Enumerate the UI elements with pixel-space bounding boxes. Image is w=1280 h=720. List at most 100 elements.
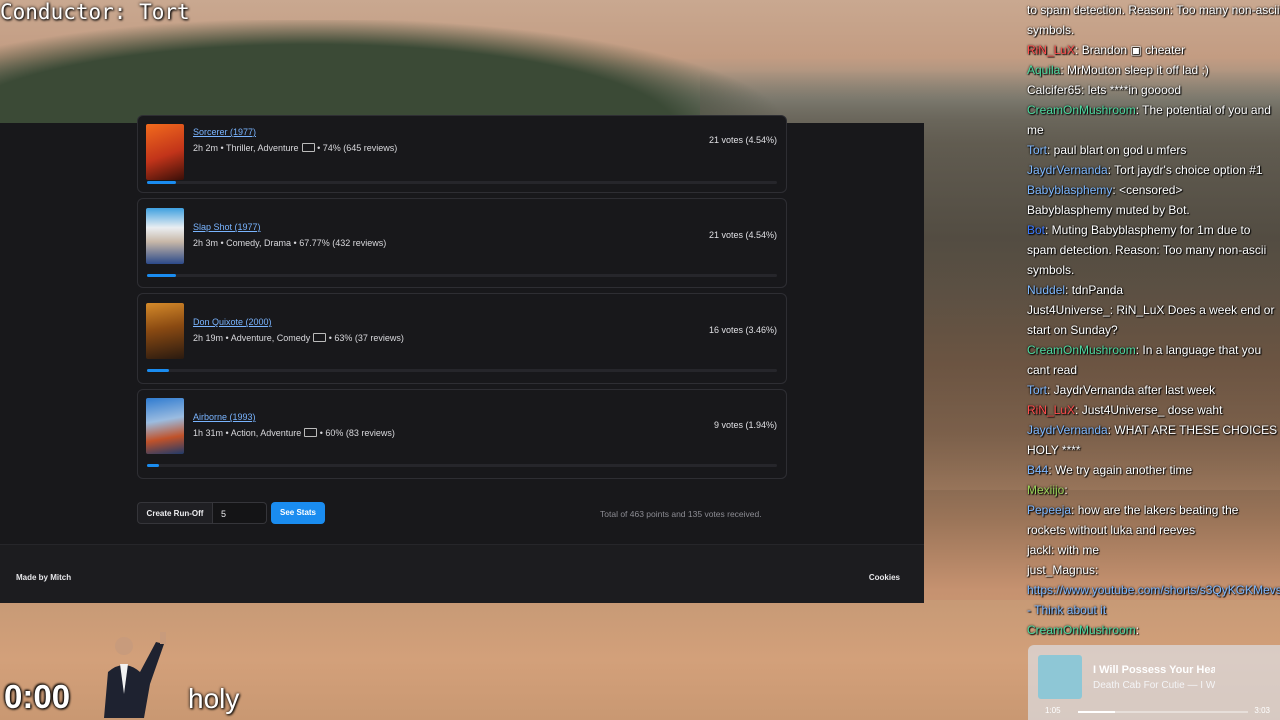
chat-username[interactable]: Tort <box>1027 383 1047 397</box>
vote-progress-fill <box>147 274 176 277</box>
chat-username[interactable]: Calcifer65 <box>1027 83 1081 97</box>
chat-text: https://www.youtube.com/shorts/s3QyKGKMe… <box>1027 583 1280 617</box>
chat-message: https://www.youtube.com/shorts/s3QyKGKMe… <box>1025 580 1280 620</box>
chat-text: : MrMouton sleep it off lad ;) <box>1060 63 1209 77</box>
chat-text: : We try again another time <box>1048 463 1193 477</box>
poster-image <box>146 124 184 180</box>
chat-message: Babyblasphemy muted by Bot. <box>1025 200 1280 220</box>
duration: 2h 19m <box>193 333 224 343</box>
vote-progress-fill <box>147 464 160 467</box>
elapsed-time: 1:05 <box>1045 706 1061 715</box>
rating: 67.77% (432 reviews) <box>299 238 387 248</box>
rating: 74% (645 reviews) <box>322 143 398 153</box>
now-playing-widget: I Will Possess Your Heart Death Cab For … <box>1028 645 1280 720</box>
cc-icon <box>304 428 318 438</box>
vote-progress-bar <box>147 369 777 372</box>
chat-username[interactable]: Pepeeja <box>1027 503 1071 517</box>
genres: Action, Adventure <box>230 428 302 438</box>
song-duration: 3:03 <box>1254 706 1270 715</box>
song-artist: Death Cab For Cutie — I Will Possess You… <box>1093 680 1215 691</box>
song-progress-bar <box>1078 711 1248 713</box>
chat-text: : <box>1135 623 1140 637</box>
chat-username[interactable]: JaydrVernanda <box>1027 423 1108 437</box>
cc-icon <box>301 143 315 153</box>
chat-message: CreamOnMushroom: <box>1025 620 1280 640</box>
duration: 2h 3m <box>193 238 219 248</box>
chat-username[interactable]: Mexiijo <box>1027 483 1064 497</box>
runoff-count-input[interactable]: 5 <box>213 502 267 524</box>
vote-progress-bar <box>147 274 777 277</box>
chat-username[interactable]: RiN_LuX <box>1027 403 1075 417</box>
genres: Thriller, Adventure <box>226 143 299 153</box>
chat-message: B44: We try again another time <box>1025 460 1280 480</box>
chat-text: to spam detection. Reason: Too many non-… <box>1027 3 1280 37</box>
chat-message: Bot: Muting Babyblasphemy for 1m due to … <box>1025 220 1280 280</box>
chat-username[interactable]: CreamOnMushroom <box>1027 103 1136 117</box>
stream-chat: to spam detection. Reason: Too many non-… <box>1025 0 1280 640</box>
chat-message: Tort: paul blart on god u mfers <box>1025 140 1280 160</box>
poster-image <box>146 208 184 264</box>
result-card: Sorcerer (1977) 2h 2m • Thriller, Advent… <box>137 115 787 193</box>
chat-text: : <box>1064 483 1068 497</box>
timer-display: 0:00 <box>4 678 71 715</box>
vote-progress-fill <box>147 369 169 372</box>
movie-title-link[interactable]: Sorcerer (1977) <box>193 127 256 137</box>
movie-meta: 2h 3m • Comedy, Drama • 67.77% (432 revi… <box>193 238 387 248</box>
chat-username[interactable]: Bot <box>1027 223 1045 237</box>
chat-text: : paul blart on god u mfers <box>1047 143 1187 157</box>
create-runoff-button[interactable]: Create Run-Off <box>137 502 213 524</box>
chat-message: Babyblasphemy: <censored> <box>1025 180 1280 200</box>
chat-username[interactable]: RiN_LuX <box>1027 43 1075 57</box>
chat-username[interactable]: Babyblasphemy <box>1027 183 1112 197</box>
result-card: Airborne (1993) 1h 31m • Action, Adventu… <box>137 389 787 479</box>
chat-username[interactable]: jackl <box>1027 543 1051 557</box>
result-card: Slap Shot (1977) 2h 3m • Comedy, Drama •… <box>137 198 787 288</box>
movie-title-link[interactable]: Airborne (1993) <box>193 412 256 422</box>
vote-count: 21 votes (4.54%) <box>708 135 777 145</box>
vote-progress-fill <box>147 181 176 184</box>
chat-message: JaydrVernanda: WHAT ARE THESE CHOICES HO… <box>1025 420 1280 460</box>
chat-username[interactable]: Just4Universe_ <box>1027 303 1110 317</box>
vote-progress-bar <box>147 464 777 467</box>
genres: Comedy, Drama <box>226 238 292 248</box>
chat-text: : <censored> <box>1112 183 1183 197</box>
poster-image <box>146 303 184 359</box>
movie-meta: 2h 2m • Thriller, Adventure • 74% (645 r… <box>193 143 398 153</box>
chat-username[interactable]: B44 <box>1027 463 1048 477</box>
chat-message: Aquila: MrMouton sleep it off lad ;) <box>1025 60 1280 80</box>
see-stats-button[interactable]: See Stats <box>271 502 325 524</box>
duration: 2h 2m <box>193 143 219 153</box>
chat-message: CreamOnMushroom: In a language that you … <box>1025 340 1280 380</box>
rating: 60% (83 reviews) <box>325 428 395 438</box>
chat-message: Calcifer65: lets ****in gooood <box>1025 80 1280 100</box>
album-art <box>1038 655 1082 699</box>
chat-message: RiN_LuX: Just4Universe_ dose waht <box>1025 400 1280 420</box>
chat-username[interactable]: Nuddel <box>1027 283 1065 297</box>
chat-message: JaydrVernanda: Tort jaydr's choice optio… <box>1025 160 1280 180</box>
chat-message: CreamOnMushroom: The potential of you an… <box>1025 100 1280 140</box>
made-by-text: Made by Mitch <box>16 573 72 582</box>
chat-text: : Tort jaydr's choice option #1 <box>1107 163 1263 177</box>
chat-message: Pepeeja: how are the lakers beating the … <box>1025 500 1280 540</box>
voting-app-window: Sorcerer (1977) 2h 2m • Thriller, Advent… <box>0 115 924 603</box>
chat-username[interactable]: Tort <box>1027 143 1047 157</box>
chat-username[interactable]: JaydrVernanda <box>1027 163 1108 177</box>
chat-text: Babyblasphemy muted by Bot. <box>1027 203 1190 217</box>
chat-username[interactable]: CreamOnMushroom <box>1027 343 1136 357</box>
chat-text: : JaydrVernanda after last week <box>1047 383 1216 397</box>
chat-text: : <box>1095 563 1099 577</box>
chat-username[interactable]: just_Magnus <box>1027 563 1095 577</box>
song-title: I Will Possess Your Heart <box>1093 664 1215 676</box>
rating: 63% (37 reviews) <box>334 333 404 343</box>
chat-username[interactable]: Aquila <box>1027 63 1060 77</box>
movie-title-link[interactable]: Don Quixote (2000) <box>193 317 272 327</box>
cookies-link[interactable]: Cookies <box>869 573 900 582</box>
movie-meta: 1h 31m • Action, Adventure • 60% (83 rev… <box>193 428 395 438</box>
result-card: Don Quixote (2000) 2h 19m • Adventure, C… <box>137 293 787 384</box>
total-summary: Total of 463 points and 135 votes receiv… <box>600 509 762 519</box>
vote-count: 9 votes (1.94%) <box>713 420 777 430</box>
chat-message: jackl: with me <box>1025 540 1280 560</box>
chat-username[interactable]: CreamOnMushroom <box>1027 623 1136 637</box>
movie-title-link[interactable]: Slap Shot (1977) <box>193 222 261 232</box>
caption-text: holy <box>188 683 240 714</box>
